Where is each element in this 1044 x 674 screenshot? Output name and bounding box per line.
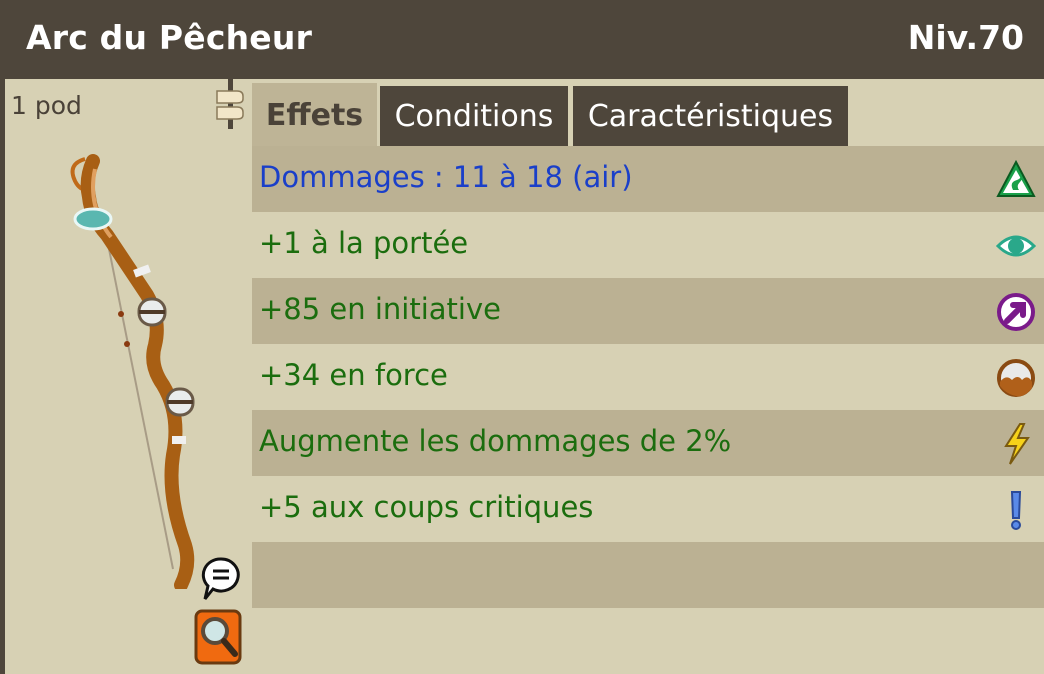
damage-lightning-icon: [1004, 423, 1030, 465]
tab-effets[interactable]: Effets: [252, 83, 377, 147]
item-weight: 1 pod: [11, 91, 82, 120]
effect-row: +85 en initiative: [252, 278, 1044, 344]
effect-text: +34 en force: [259, 358, 448, 392]
item-header: Arc du Pêcheur Niv.70: [5, 0, 1044, 79]
effects-list: Dommages : 11 à 18 (air) +1 à la portée …: [252, 146, 1044, 674]
effect-text: Dommages : 11 à 18 (air): [259, 160, 633, 194]
tab-conditions[interactable]: Conditions: [380, 86, 568, 146]
bow-item-image: [70, 154, 195, 589]
effect-text: +85 en initiative: [259, 292, 501, 326]
tab-caracteristiques[interactable]: Caractéristiques: [573, 86, 848, 146]
chat-link-icon[interactable]: [201, 557, 241, 603]
range-eye-icon: [996, 235, 1036, 257]
item-preview-panel: 1 pod: [5, 79, 252, 674]
item-tooltip-window: Arc du Pêcheur Niv.70 1 pod Effets Condi…: [0, 0, 1044, 674]
effect-text: Augmente les dommages de 2%: [259, 424, 732, 458]
item-level: Niv.70: [907, 18, 1024, 57]
two-handed-weapon-icon: [216, 79, 244, 129]
effect-row: +34 en force: [252, 344, 1044, 410]
inspect-button[interactable]: [194, 609, 242, 665]
effect-text: +5 aux coups critiques: [259, 490, 594, 524]
effect-row: +1 à la portée: [252, 212, 1044, 278]
item-tabs: Effets Conditions Caractéristiques: [252, 79, 1044, 147]
effect-row: +5 aux coups critiques: [252, 476, 1044, 542]
initiative-icon: [997, 293, 1035, 331]
empty-effect-row: [252, 608, 1044, 674]
item-name: Arc du Pêcheur: [26, 18, 313, 57]
critical-exclamation-icon: [1010, 491, 1022, 530]
air-element-icon: [996, 159, 1036, 197]
effect-text: +1 à la portée: [259, 226, 469, 260]
empty-effect-row: [252, 542, 1044, 608]
strength-icon: [997, 359, 1035, 397]
effect-row: Dommages : 11 à 18 (air): [252, 146, 1044, 212]
effect-row: Augmente les dommages de 2%: [252, 410, 1044, 476]
